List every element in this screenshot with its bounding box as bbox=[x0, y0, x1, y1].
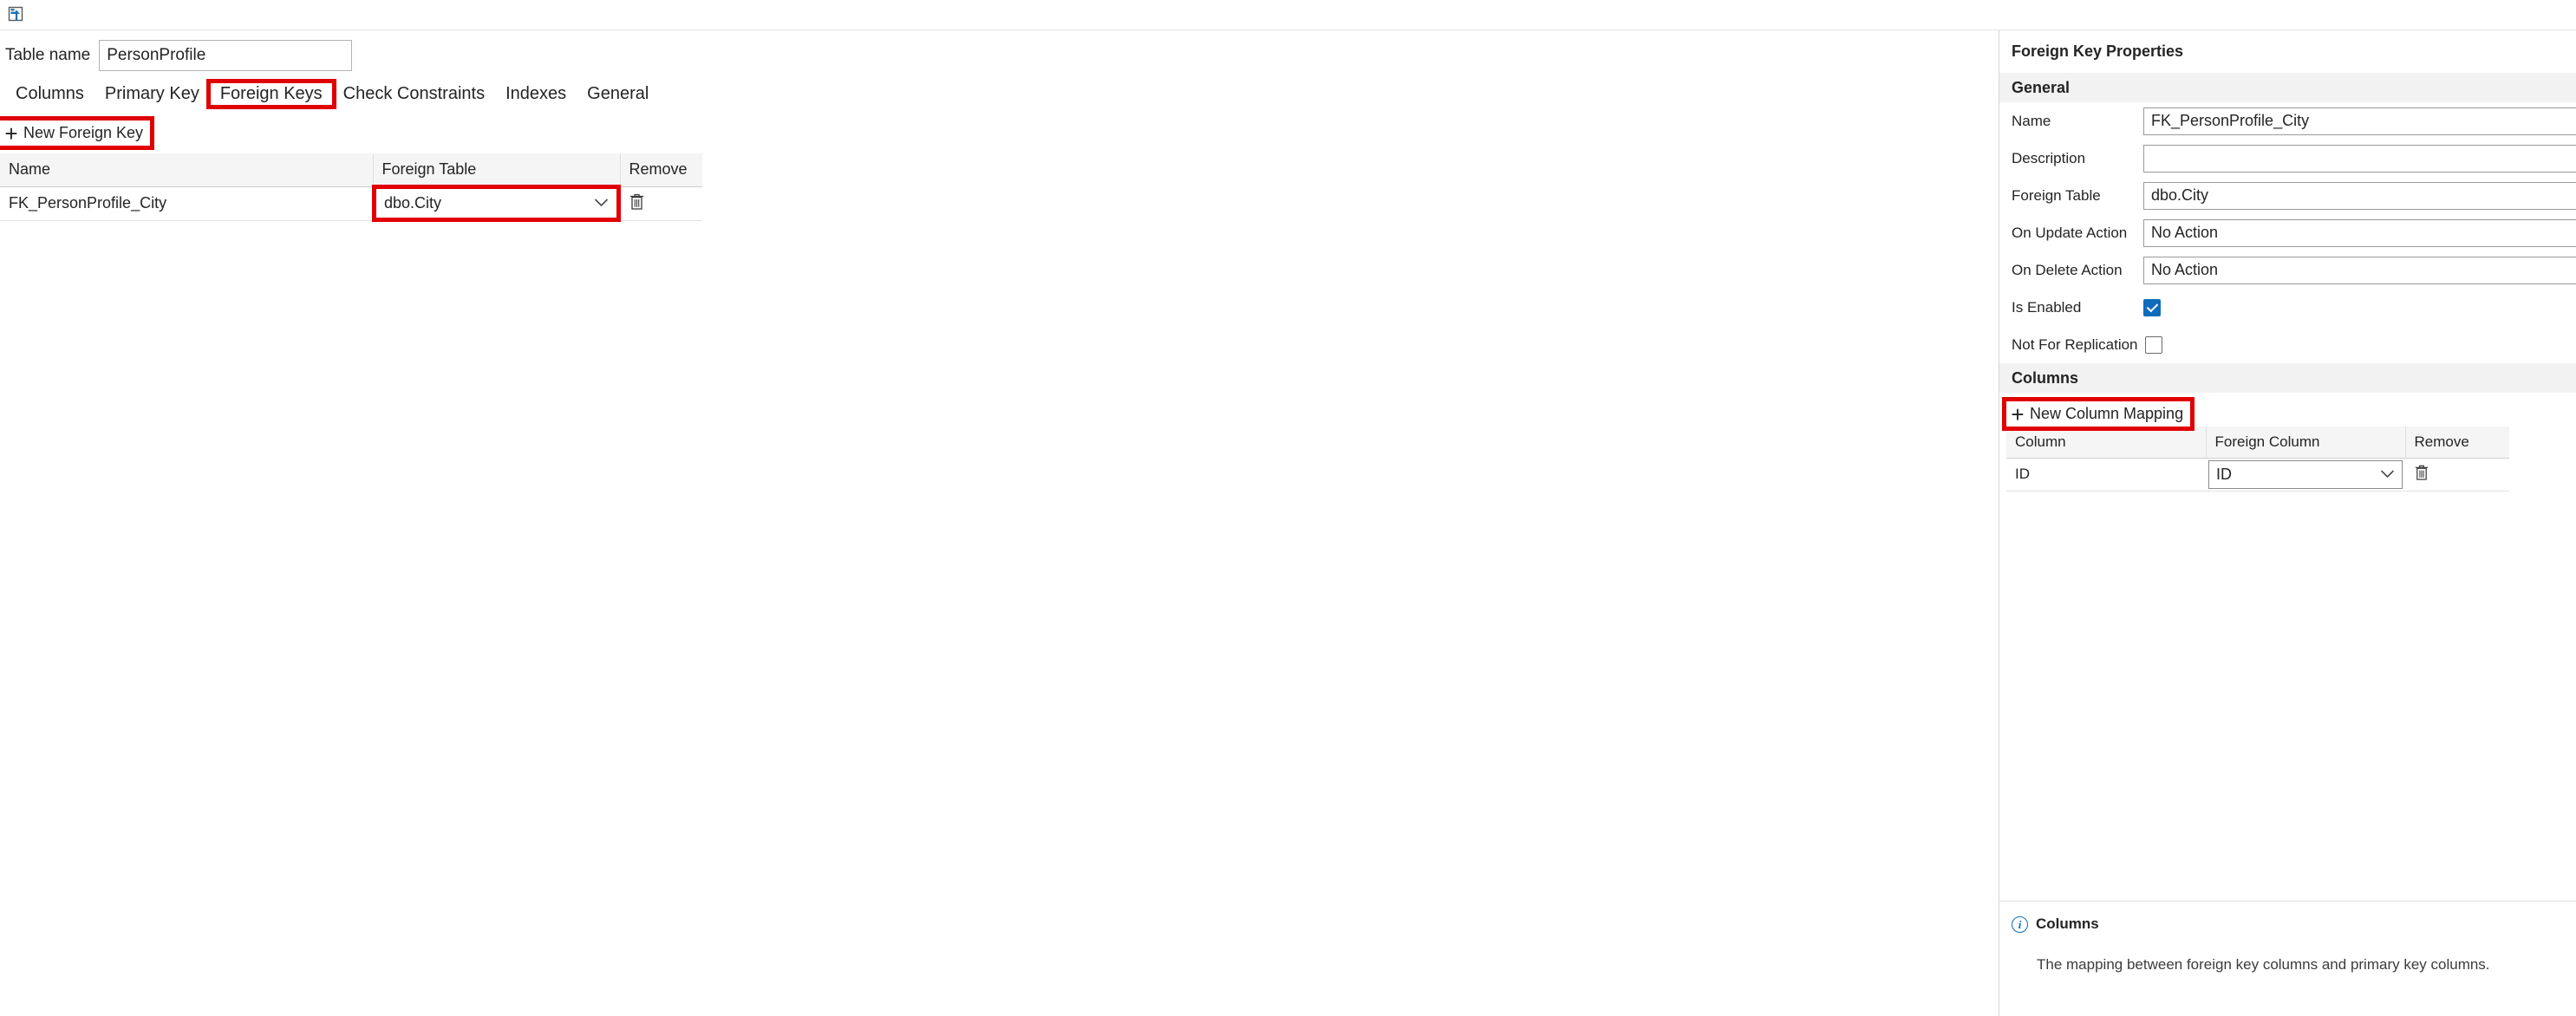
property-label-not-for-replication: Not For Replication bbox=[2012, 335, 2138, 353]
cell-remove bbox=[620, 186, 702, 221]
table-row[interactable]: ID ID bbox=[2006, 458, 2509, 492]
info-panel: i Columns The mapping between foreign ke… bbox=[1999, 901, 2576, 1016]
cell-mapping-remove bbox=[2405, 458, 2509, 492]
trash-icon[interactable] bbox=[629, 192, 645, 215]
info-panel-header: i Columns bbox=[2012, 915, 2560, 933]
tab-foreign-keys[interactable]: Foreign Keys bbox=[205, 78, 336, 109]
foreign-table-dropdown[interactable]: dbo.City bbox=[372, 185, 621, 222]
chevron-down-icon bbox=[2380, 468, 2395, 481]
new-column-mapping-wrap: + New Column Mapping bbox=[1999, 393, 2195, 431]
property-row-foreign-table: Foreign Table bbox=[1999, 177, 2576, 214]
property-input-on-update-action[interactable] bbox=[2143, 218, 2576, 247]
foreign-keys-table: Name Foreign Table Remove FK_PersonProfi… bbox=[0, 153, 702, 222]
property-row-description: Description bbox=[1999, 140, 2576, 177]
section-header-columns: Columns bbox=[1999, 363, 2576, 393]
mapping-header-foreign-column: Foreign Column bbox=[2206, 427, 2406, 459]
cell-mapping-column[interactable]: ID bbox=[2006, 458, 2206, 492]
foreign-key-properties-pane: Foreign Key Properties General Name Desc… bbox=[1999, 30, 2576, 1016]
info-panel-title: Columns bbox=[2036, 915, 2099, 932]
mapping-header-row: Column Foreign Column Remove bbox=[2006, 427, 2509, 459]
tab-indexes[interactable]: Indexes bbox=[495, 82, 577, 106]
table-header-row: Name Foreign Table Remove bbox=[0, 153, 702, 187]
property-label-on-delete-action: On Delete Action bbox=[2012, 261, 2123, 278]
table-name-input[interactable] bbox=[99, 40, 353, 71]
property-row-name: Name bbox=[1999, 102, 2576, 140]
table-name-row: Table name bbox=[0, 30, 1999, 71]
property-row-not-for-replication: Not For Replication bbox=[1999, 326, 2576, 363]
table-designer-window: Table name Columns Primary Key Foreign K… bbox=[0, 0, 2576, 1016]
cell-mapping-foreign-column: ID bbox=[2206, 458, 2405, 492]
property-label-is-enabled: Is Enabled bbox=[2012, 298, 2082, 316]
info-circle-icon: i bbox=[2012, 915, 2028, 933]
cell-fk-name[interactable]: FK_PersonProfile_City bbox=[0, 186, 373, 221]
property-input-description[interactable] bbox=[2143, 144, 2576, 173]
designer-tabs: Columns Primary Key Foreign Keys Check C… bbox=[0, 78, 1999, 109]
new-foreign-key-wrap: + New Foreign Key bbox=[0, 116, 155, 150]
new-foreign-key-label: New Foreign Key bbox=[23, 124, 144, 141]
mapping-header-column: Column bbox=[2006, 427, 2207, 459]
property-input-name[interactable] bbox=[2143, 107, 2576, 135]
column-header-foreign-table: Foreign Table bbox=[373, 153, 621, 187]
chevron-down-icon bbox=[594, 197, 609, 210]
property-label-on-update-action: On Update Action bbox=[2012, 224, 2128, 241]
mapping-header-remove: Remove bbox=[2405, 427, 2509, 459]
info-panel-description: The mapping between foreign key columns … bbox=[2037, 956, 2490, 973]
is-enabled-checkbox[interactable] bbox=[2143, 298, 2161, 316]
foreign-column-dropdown[interactable]: ID bbox=[2208, 459, 2403, 489]
new-column-mapping-button[interactable]: + New Column Mapping bbox=[2001, 397, 2195, 431]
property-row-on-update-action: On Update Action bbox=[1999, 214, 2576, 251]
column-header-remove: Remove bbox=[620, 153, 702, 187]
table-designer-main-pane: Table name Columns Primary Key Foreign K… bbox=[0, 30, 1999, 1016]
properties-title: Foreign Key Properties bbox=[2012, 42, 2184, 60]
property-input-foreign-table[interactable] bbox=[2143, 181, 2576, 210]
table-name-label: Table name bbox=[5, 46, 91, 64]
column-header-name: Name bbox=[0, 153, 374, 187]
plus-icon: + bbox=[4, 120, 18, 147]
new-foreign-key-button[interactable]: + New Foreign Key bbox=[0, 116, 155, 150]
foreign-column-value: ID bbox=[2216, 465, 2232, 483]
plus-icon: + bbox=[2011, 401, 2025, 427]
trash-icon[interactable] bbox=[2414, 464, 2429, 485]
property-row-on-delete-action: On Delete Action bbox=[1999, 251, 2576, 289]
property-input-on-delete-action[interactable] bbox=[2143, 256, 2576, 284]
tab-columns[interactable]: Columns bbox=[5, 82, 95, 106]
new-column-mapping-label: New Column Mapping bbox=[2030, 405, 2184, 422]
toolbar bbox=[0, 0, 2576, 30]
property-label-foreign-table: Foreign Table bbox=[2012, 186, 2101, 204]
section-header-general: General bbox=[1999, 73, 2576, 102]
table-row[interactable]: FK_PersonProfile_City dbo.City bbox=[0, 185, 702, 222]
property-label-description: Description bbox=[2012, 149, 2086, 166]
not-for-replication-checkbox[interactable] bbox=[2144, 335, 2162, 354]
property-row-is-enabled: Is Enabled bbox=[1999, 289, 2576, 326]
cell-foreign-table: dbo.City bbox=[372, 185, 621, 222]
foreign-table-value: dbo.City bbox=[384, 194, 442, 212]
publish-changes-icon[interactable] bbox=[3, 3, 29, 27]
tab-general[interactable]: General bbox=[577, 82, 659, 106]
tab-check-constraints[interactable]: Check Constraints bbox=[333, 82, 495, 106]
property-label-name: Name bbox=[2012, 112, 2051, 129]
tab-primary-key[interactable]: Primary Key bbox=[95, 82, 210, 106]
column-mapping-table: Column Foreign Column Remove ID ID bbox=[2006, 427, 2509, 492]
